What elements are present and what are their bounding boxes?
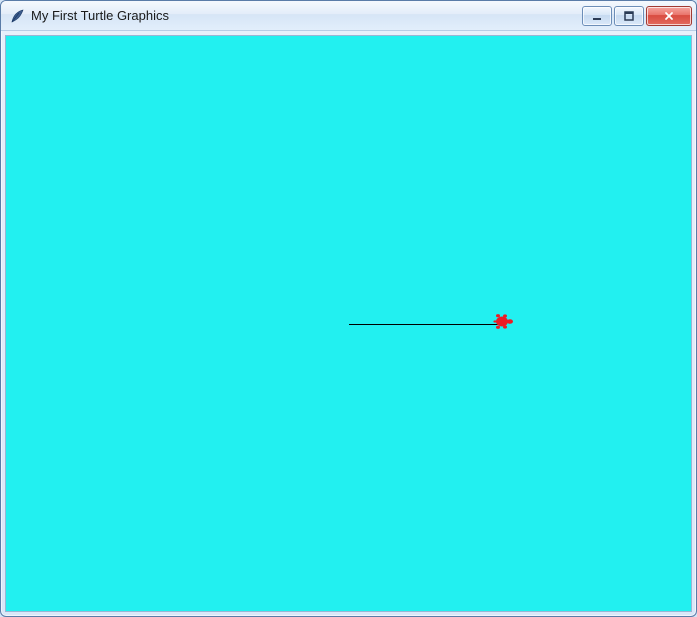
app-window: My First Turtle Graphics — [0, 0, 697, 617]
titlebar[interactable]: My First Turtle Graphics — [1, 1, 696, 31]
client-area — [5, 35, 692, 612]
minimize-icon — [591, 10, 603, 22]
drawn-line — [349, 324, 499, 325]
feather-icon — [9, 8, 25, 24]
minimize-button[interactable] — [582, 6, 612, 26]
turtle-cursor — [492, 313, 514, 336]
close-button[interactable] — [646, 6, 692, 26]
window-controls — [582, 6, 692, 26]
maximize-icon — [623, 10, 635, 22]
turtle-canvas — [6, 36, 691, 611]
window-title: My First Turtle Graphics — [31, 8, 582, 23]
close-icon — [662, 10, 676, 22]
maximize-button[interactable] — [614, 6, 644, 26]
